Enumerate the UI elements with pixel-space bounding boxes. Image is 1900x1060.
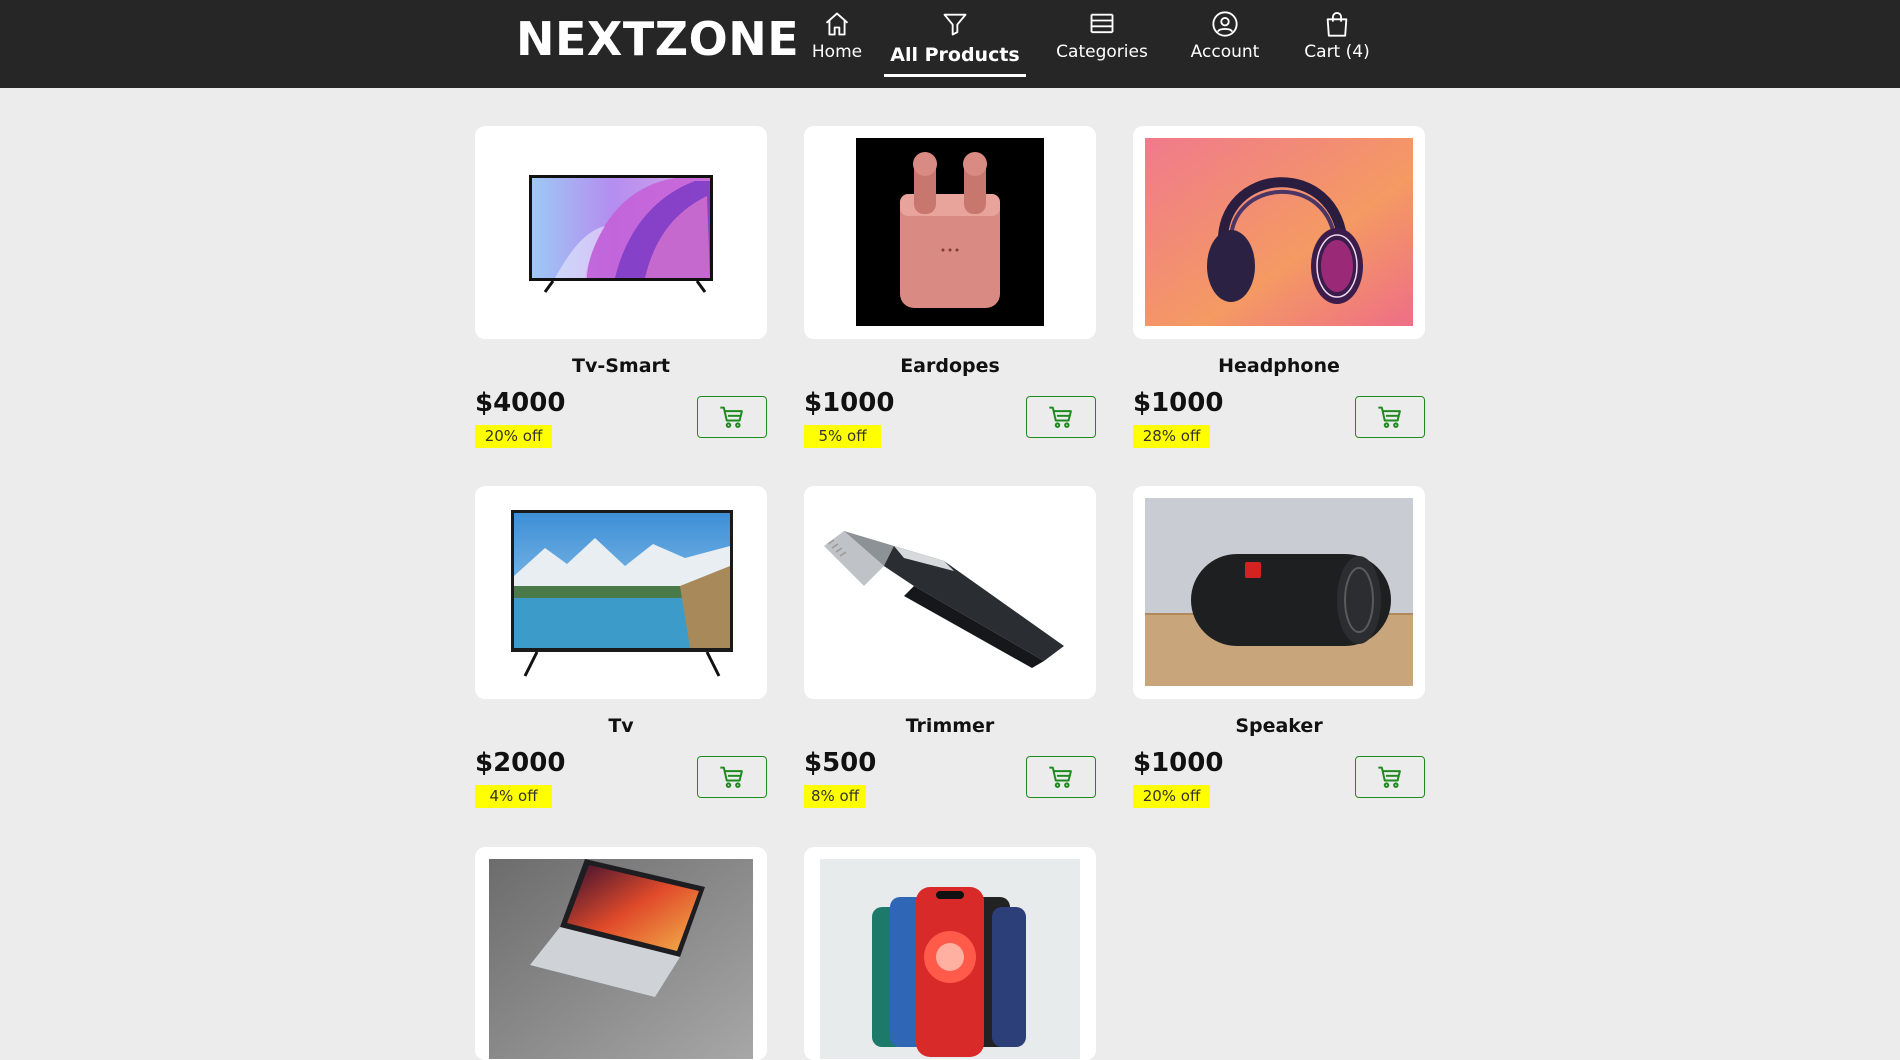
product-price: $4000 — [475, 388, 566, 418]
nav-account-label: Account — [1190, 42, 1260, 62]
filter-icon — [884, 10, 1026, 38]
add-to-cart-button[interactable] — [1355, 756, 1425, 798]
product-image-headphone[interactable] — [1133, 126, 1425, 339]
product-price: $1000 — [1133, 388, 1224, 418]
product-image-laptop[interactable] — [475, 847, 767, 1060]
product-image-phones[interactable] — [804, 847, 1096, 1060]
nav-cart-label: Cart (4) — [1304, 42, 1370, 62]
top-navbar: NEXTZONE Home All Products Categories Ac… — [0, 0, 1900, 88]
product-name: Trimmer — [905, 715, 995, 737]
product-name: Headphone — [1218, 355, 1340, 377]
discount-badge: 20% off — [1133, 785, 1210, 808]
add-to-cart-button[interactable] — [697, 396, 767, 438]
user-circle-icon — [1190, 10, 1260, 38]
nav-categories[interactable]: Categories — [1056, 10, 1148, 78]
product-image-smart-tv[interactable] — [475, 126, 767, 339]
nav-home[interactable]: Home — [802, 10, 872, 78]
brand-logo[interactable]: NEXTZONE — [516, 12, 799, 66]
product-price: $2000 — [475, 748, 566, 778]
product-image-tv[interactable] — [475, 486, 767, 699]
nav-account[interactable]: Account — [1190, 10, 1260, 78]
product-name: Eardopes — [900, 355, 1000, 377]
product-image-trimmer[interactable] — [804, 486, 1096, 699]
cart-icon — [1049, 406, 1072, 428]
discount-badge: 20% off — [475, 425, 552, 448]
add-to-cart-button[interactable] — [697, 756, 767, 798]
nav-cart[interactable]: Cart (4) — [1302, 10, 1372, 78]
product-name: Tv-Smart — [572, 355, 670, 377]
product-image-speaker[interactable] — [1133, 486, 1425, 699]
cart-icon — [1378, 766, 1401, 788]
product-price: $1000 — [804, 388, 895, 418]
discount-badge: 28% off — [1133, 425, 1210, 448]
nav-all-products-label: All Products — [890, 44, 1020, 66]
discount-badge: 4% off — [475, 785, 552, 808]
product-price: $500 — [804, 748, 877, 778]
shopping-bag-icon — [1302, 10, 1372, 38]
add-to-cart-button[interactable] — [1355, 396, 1425, 438]
active-tab-underline — [884, 74, 1026, 77]
add-to-cart-button[interactable] — [1026, 396, 1096, 438]
nav-all-products[interactable]: All Products — [884, 10, 1026, 78]
cart-icon — [720, 766, 743, 788]
home-icon — [802, 10, 872, 38]
cart-icon — [1049, 766, 1072, 788]
product-price: $1000 — [1133, 748, 1224, 778]
nav-home-label: Home — [811, 42, 863, 62]
discount-badge: 5% off — [804, 425, 881, 448]
list-icon — [1056, 10, 1148, 38]
cart-icon — [720, 406, 743, 428]
nav-categories-label: Categories — [1056, 42, 1148, 62]
discount-badge: 8% off — [804, 785, 866, 808]
add-to-cart-button[interactable] — [1026, 756, 1096, 798]
product-image-earbuds[interactable] — [804, 126, 1096, 339]
cart-icon — [1378, 406, 1401, 428]
product-name: Speaker — [1235, 715, 1323, 737]
product-name: Tv — [608, 715, 634, 737]
